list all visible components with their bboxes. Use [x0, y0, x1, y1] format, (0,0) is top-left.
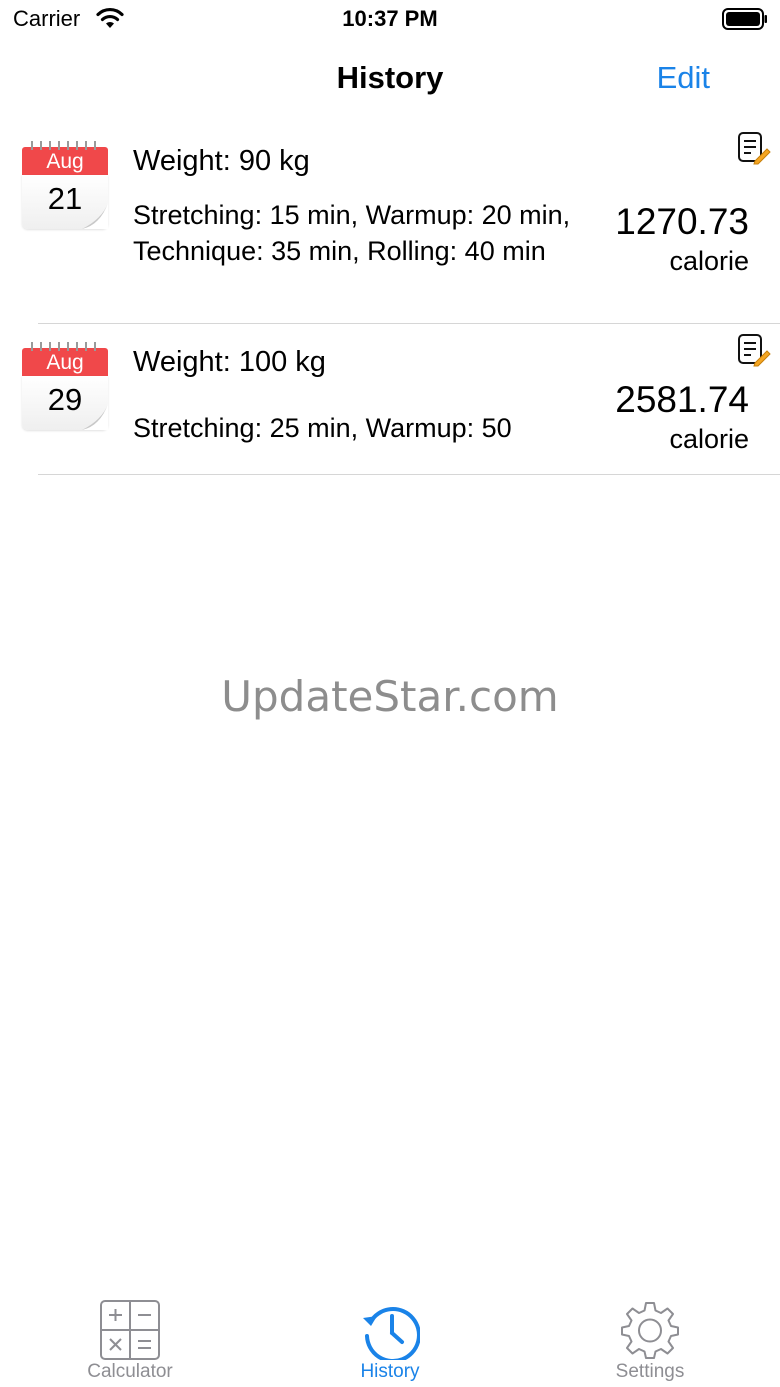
history-row[interactable]: Aug 29 Weight: 100 kg Stretching: 25 min… [0, 324, 780, 475]
calendar-month: Aug [22, 348, 108, 376]
edit-note-icon[interactable] [737, 333, 771, 367]
weight-label: Weight: 90 kg [133, 145, 310, 177]
tab-bar: Calculator History Settings [0, 1290, 780, 1387]
calorie-unit: calorie [669, 424, 749, 454]
weight-label: Weight: 100 kg [133, 346, 326, 378]
activity-details: Stretching: 15 min, Warmup: 20 min, Tech… [133, 200, 571, 266]
activity-details: Stretching: 25 min, Warmup: 50 [133, 413, 512, 443]
tab-calculator[interactable]: Calculator [30, 1290, 230, 1387]
history-icon [363, 1307, 420, 1360]
calendar-page: 21 [22, 175, 108, 229]
page-curl [82, 203, 108, 229]
calorie-unit: calorie [669, 246, 749, 276]
calorie-total: 1270.73 calorie [579, 201, 749, 279]
edit-note-icon[interactable] [737, 131, 771, 165]
tab-label: Calculator [87, 1361, 173, 1382]
calculator-icon [100, 1300, 160, 1360]
battery-icon [722, 8, 767, 30]
edit-button[interactable]: Edit [657, 60, 710, 96]
status-time: 10:37 PM [342, 6, 438, 31]
calendar-icon: Aug 21 [22, 139, 108, 229]
watermark: UpdateStar.com [221, 672, 559, 721]
calorie-value: 1270.73 [615, 201, 749, 242]
calorie-value: 2581.74 [615, 379, 749, 420]
calendar-rings [31, 342, 96, 351]
history-row[interactable]: Aug 21 Weight: 90 kg Stretching: 15 min,… [0, 125, 780, 324]
row-divider [38, 474, 780, 475]
tab-history[interactable]: History [290, 1290, 490, 1387]
tab-label: History [360, 1361, 420, 1382]
status-bar: Carrier 10:37 PM [0, 0, 780, 40]
tab-settings[interactable]: Settings [550, 1290, 750, 1387]
page-curl [82, 404, 108, 430]
calendar-page: 29 [22, 376, 108, 430]
calendar-rings [31, 141, 96, 150]
gear-icon [621, 1302, 679, 1359]
calendar-month: Aug [22, 147, 108, 175]
calendar-icon: Aug 29 [22, 340, 108, 430]
calorie-total: 2581.74 calorie [579, 379, 749, 457]
tab-label: Settings [615, 1361, 685, 1382]
